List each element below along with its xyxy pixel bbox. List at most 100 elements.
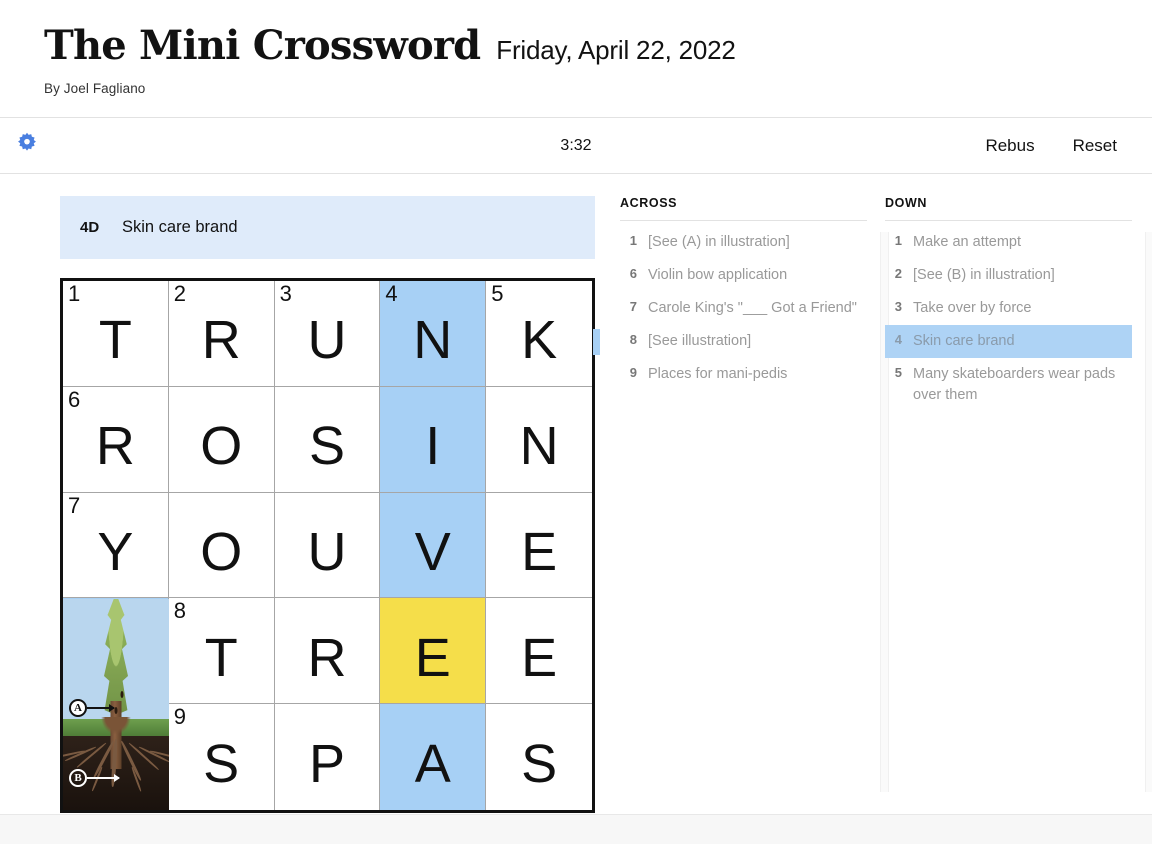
grid-cell[interactable]: 6R — [63, 386, 169, 493]
cell-letter: P — [308, 734, 345, 795]
cell-number: 2 — [173, 281, 187, 306]
cell-letter: R — [307, 627, 347, 688]
clue-number: 5 — [894, 365, 902, 381]
timer[interactable]: 3:32 — [0, 137, 1152, 155]
byline: By Joel Fagliano — [44, 81, 146, 96]
grid-cell[interactable]: 4N — [380, 281, 487, 387]
cell-number: 6 — [68, 386, 81, 412]
cell-letter: T — [98, 310, 132, 371]
cell-letter: K — [521, 310, 558, 371]
cell-letter: E — [521, 521, 558, 582]
grid-cell[interactable]: R — [274, 598, 381, 705]
crossword-grid[interactable]: 1T2R3U4N5K6ROSIN7YOUVE8TREE9SPAS A B — [60, 278, 595, 813]
across-column: ACROSS 1 [See (A) in illustration] 6 Violin… — [593, 196, 889, 804]
clue-item[interactable]: 3 Take over by force — [885, 292, 1132, 325]
clue-item[interactable]: 7 Carole King's "___ Got a Friend" — [620, 292, 867, 325]
cell-letter: R — [95, 416, 135, 477]
grid-cell[interactable]: 2R — [168, 281, 275, 387]
across-heading: ACROSS — [620, 196, 867, 221]
current-clue-text: Skin care brand — [122, 218, 238, 236]
page-footer — [0, 814, 1152, 844]
cell-letter: U — [307, 310, 347, 371]
cell-number: 3 — [279, 281, 292, 306]
clue-number: 9 — [629, 365, 637, 381]
cell-number: 4 — [385, 281, 398, 306]
cell-letter: I — [425, 416, 441, 477]
clue-number: 7 — [629, 299, 637, 315]
main-content: 4D Skin care brand 1T2R3U4N5K6ROSIN7YOUV… — [0, 174, 1152, 813]
clue-item[interactable]: 1 Make an attempt — [885, 226, 1132, 259]
grid-cell[interactable]: 1T — [63, 281, 169, 387]
grid-cell[interactable]: U — [274, 492, 381, 599]
toolbar: 3:32 Rebus Reset — [0, 118, 1152, 174]
cell-number: 5 — [491, 281, 504, 306]
clue-number: 6 — [629, 266, 637, 282]
grid-cell[interactable]: A — [380, 704, 487, 810]
current-clue-number: 4D — [80, 219, 100, 236]
grid-cell[interactable]: 5K — [486, 281, 592, 387]
puzzle-pane: 4D Skin care brand 1T2R3U4N5K6ROSIN7YOUV… — [0, 174, 620, 813]
grid-cell[interactable] — [63, 704, 169, 810]
current-clue-bar[interactable]: 4D Skin care brand — [60, 196, 595, 259]
down-scrollbar[interactable] — [1145, 232, 1152, 792]
grid-cell[interactable]: O — [168, 386, 275, 493]
title-row: The Mini Crossword Friday, April 22, 202… — [44, 26, 1152, 66]
cell-letter: E — [521, 627, 558, 688]
grid-cell[interactable]: I — [380, 386, 487, 493]
grid-cell[interactable]: S — [274, 386, 381, 493]
grid-cell[interactable]: E — [486, 492, 592, 599]
down-clue-list: 1 Make an attempt 2 [See (B) in illustratio… — [885, 226, 1132, 412]
grid-cell[interactable]: E — [380, 598, 487, 705]
cell-letter: A — [414, 734, 451, 795]
clue-item[interactable]: 2 [See (B) in illustration] — [885, 259, 1132, 292]
clue-text: [See illustration] — [648, 333, 752, 350]
cell-number: 8 — [173, 598, 187, 624]
grid-cells: 1T2R3U4N5K6ROSIN7YOUVE8TREE9SPAS — [63, 281, 592, 810]
cell-letter: S — [203, 734, 240, 795]
clue-number: 4 — [894, 332, 902, 348]
cell-number: 7 — [68, 492, 81, 518]
cell-letter: V — [414, 521, 451, 582]
clue-text: [See (A) in illustration] — [648, 234, 790, 250]
grid-cell[interactable]: 8T — [168, 598, 275, 705]
down-column: DOWN 1 Make an attempt 2 [See (B) in illust… — [885, 196, 1152, 804]
grid-cell[interactable]: V — [380, 492, 487, 599]
clue-item[interactable]: 4 Skin care brand — [885, 325, 1132, 359]
grid-cell[interactable] — [63, 598, 169, 705]
grid-cell[interactable]: S — [486, 704, 592, 810]
clue-number: 2 — [894, 266, 902, 282]
down-heading: DOWN — [885, 196, 1132, 221]
clue-text: [See (B) in illustration] — [913, 267, 1055, 284]
clue-item[interactable]: 6 Violin bow application — [620, 259, 867, 292]
cell-number: 9 — [173, 704, 187, 730]
clue-number: 3 — [894, 299, 902, 315]
cell-letter: S — [521, 734, 558, 795]
cell-letter: Y — [97, 521, 134, 582]
clue-text: Take over by force — [913, 300, 1032, 317]
clue-item[interactable]: 8 [See illustration] — [593, 325, 867, 358]
clue-item[interactable]: 9 Places for mani-pedis — [620, 358, 867, 391]
cell-letter: E — [414, 627, 451, 688]
clue-text: Places for mani-pedis — [648, 366, 788, 383]
cell-letter: S — [308, 416, 345, 477]
grid-cell[interactable]: N — [486, 386, 592, 493]
grid-cell[interactable]: 3U — [274, 281, 381, 387]
cell-letter: O — [200, 416, 243, 477]
page-header: The Mini Crossword Friday, April 22, 202… — [0, 0, 1152, 118]
cell-letter: N — [519, 416, 559, 477]
clue-item[interactable]: 5 Many skateboarders wear pads over them — [885, 358, 1132, 412]
cell-number: 1 — [68, 281, 81, 306]
grid-cell[interactable]: E — [486, 598, 592, 705]
clue-text: Carole King's "___ Got a Friend" — [648, 300, 857, 317]
cell-letter: R — [201, 310, 241, 371]
puzzle-date: Friday, April 22, 2022 — [496, 35, 736, 65]
clue-text: Make an attempt — [913, 234, 1021, 250]
grid-cell[interactable]: 7Y — [63, 492, 169, 599]
cell-letter: O — [200, 521, 243, 582]
clue-item[interactable]: 1 [See (A) in illustration] — [620, 226, 867, 259]
grid-cell[interactable]: P — [274, 704, 381, 810]
grid-cell[interactable]: 9S — [168, 704, 275, 810]
clue-text: Skin care brand — [913, 333, 1015, 350]
grid-cell[interactable]: O — [168, 492, 275, 599]
clue-text: Many skateboarders wear pads over them — [913, 366, 1116, 404]
